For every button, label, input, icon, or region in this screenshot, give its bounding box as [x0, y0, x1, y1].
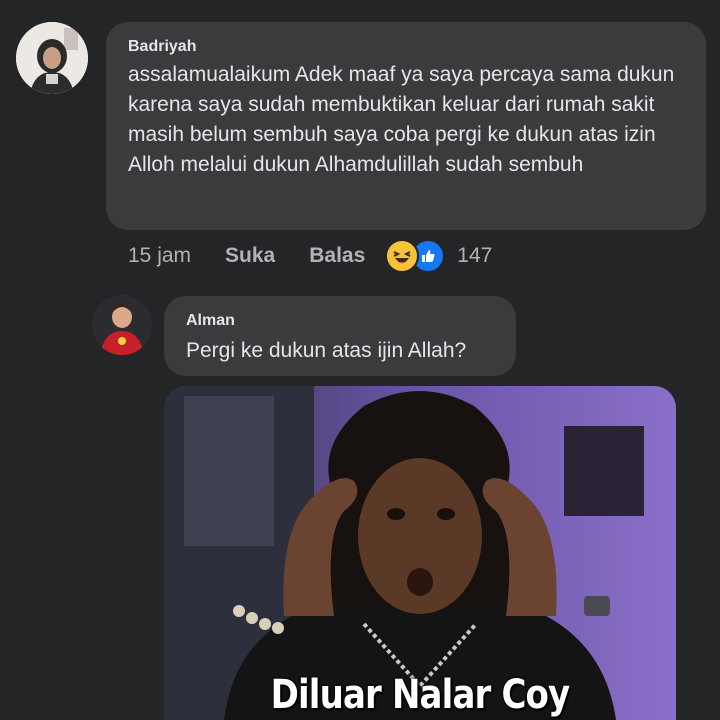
avatar-badriyah[interactable]	[16, 22, 88, 94]
like-button[interactable]: Suka	[225, 244, 275, 268]
meme-photo	[164, 386, 676, 720]
avatar-alman[interactable]	[92, 295, 152, 355]
avatar-image	[16, 22, 88, 94]
reaction-count: 147	[457, 244, 493, 267]
comment-author[interactable]: Badriyah	[128, 38, 196, 56]
reaction-summary[interactable]: 147	[385, 239, 492, 273]
meme-image-attachment[interactable]: Diluar Nalar Coy	[164, 386, 676, 720]
comment-actions: 15 jam Suka Balas 147	[128, 239, 492, 273]
comment-author[interactable]: Alman	[186, 312, 235, 330]
comment-bubble-alman: Alman Pergi ke dukun atas ijin Allah?	[164, 296, 516, 376]
meme-caption: Diluar Nalar Coy	[270, 672, 571, 718]
comment-timestamp[interactable]: 15 jam	[128, 244, 191, 268]
haha-icon	[385, 239, 420, 273]
comment-text: assalamualaikum Adek maaf ya saya percay…	[128, 63, 675, 176]
reply-button[interactable]: Balas	[309, 244, 365, 268]
avatar-image	[92, 295, 152, 355]
comment-text: Pergi ke dukun atas ijin Allah?	[186, 339, 467, 362]
comment-bubble-badriyah: Badriyah assalamualaikum Adek maaf ya sa…	[106, 22, 706, 230]
